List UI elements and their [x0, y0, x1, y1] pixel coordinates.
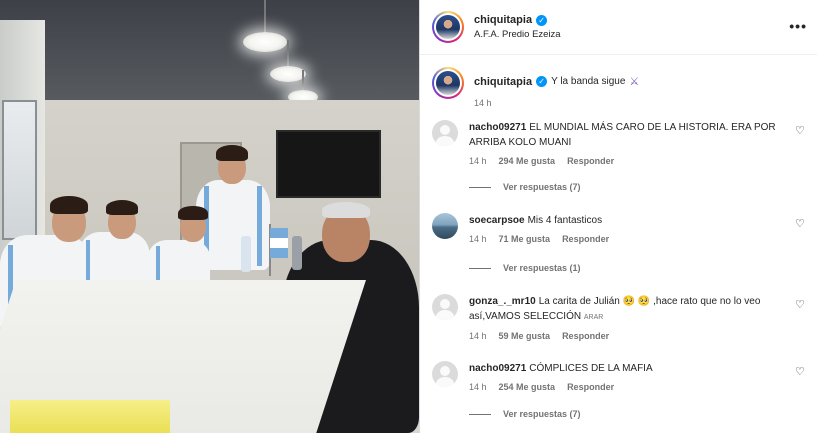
like-heart-icon[interactable]: ♡ — [795, 124, 805, 137]
caption-timestamp[interactable]: 14 h — [474, 98, 639, 108]
caption-avatar[interactable] — [432, 67, 464, 99]
view-replies-button[interactable]: Ver respuestas (7) — [469, 182, 581, 192]
comment-text: Mis 4 fantasticos — [527, 215, 603, 226]
reply-button[interactable]: Responder — [567, 380, 614, 395]
comment-timestamp[interactable]: 14 h — [469, 329, 487, 344]
photo-ceiling — [0, 0, 419, 110]
window — [2, 100, 37, 240]
instagram-post: chiquitapia ✓ A.F.A. Predio Ezeiza ••• c… — [0, 0, 817, 433]
profile-photo — [436, 71, 460, 95]
thermos — [292, 236, 302, 270]
crossed-swords-icon: ⚔ — [629, 76, 640, 88]
profile-photo — [436, 15, 460, 39]
ceiling-lamp — [270, 66, 306, 82]
comment-timestamp[interactable]: 14 h — [469, 380, 487, 395]
argentina-flag — [270, 228, 288, 258]
reply-button[interactable]: Responder — [567, 154, 614, 169]
caption-text: Y la banda sigue — [551, 76, 626, 87]
default-avatar-icon[interactable] — [432, 120, 458, 146]
comment-likes[interactable]: 59 Me gusta — [499, 329, 551, 344]
water-bottle — [241, 236, 251, 272]
like-heart-icon[interactable]: ♡ — [795, 217, 805, 230]
comment-item: soecarpsoe Mis 4 fantasticos 14 h 71 Me g… — [432, 213, 805, 283]
post-caption: chiquitapia ✓ Y la banda sigue ⚔ 14 h — [420, 55, 817, 108]
wall-tv — [276, 130, 381, 198]
view-replies-button[interactable]: Ver respuestas (7) — [469, 409, 581, 419]
like-heart-icon[interactable]: ♡ — [795, 298, 805, 311]
like-heart-icon[interactable]: ♡ — [795, 365, 805, 378]
caption-username[interactable]: chiquitapia — [474, 76, 532, 88]
comment-username[interactable]: nacho09271 — [469, 363, 526, 374]
view-replies-button[interactable]: Ver respuestas (1) — [469, 263, 581, 273]
comment-likes[interactable]: 294 Me gusta — [499, 154, 556, 169]
post-location[interactable]: A.F.A. Predio Ezeiza — [474, 29, 561, 40]
comment-text: CÓMPLICES DE LA MAFIA — [529, 363, 653, 374]
default-avatar-icon[interactable] — [432, 294, 458, 320]
comment-item: nacho09271 CÓMPLICES DE LA MAFIA 14 h 254… — [432, 361, 805, 431]
sea-photo-avatar[interactable] — [432, 213, 458, 239]
verified-badge-icon: ✓ — [536, 76, 548, 87]
comment-username[interactable]: soecarpsoe — [469, 215, 525, 226]
post-header: chiquitapia ✓ A.F.A. Predio Ezeiza ••• — [420, 0, 817, 55]
more-options-icon[interactable]: ••• — [789, 18, 807, 34]
verified-badge-icon: ✓ — [536, 14, 548, 26]
author-username[interactable]: chiquitapia — [474, 14, 532, 26]
comment-item: gonza_._mr10 La carita de Julián 🥺 🥺 ,hac… — [432, 294, 805, 349]
ceiling-lamp — [243, 32, 287, 52]
comment-item: nacho09271 EL MUNDIAL MÁS CARO DE LA HIST… — [432, 120, 805, 200]
post-photo[interactable] — [0, 0, 419, 433]
comment-likes[interactable]: 254 Me gusta — [499, 380, 556, 395]
author-avatar[interactable] — [432, 11, 464, 43]
comment-timestamp[interactable]: 14 h — [469, 232, 487, 247]
comment-timestamp[interactable]: 14 h — [469, 154, 487, 169]
default-avatar-icon[interactable] — [432, 361, 458, 387]
reply-button[interactable]: Responder — [562, 329, 609, 344]
comment-likes[interactable]: 71 Me gusta — [499, 232, 551, 247]
comment-username[interactable]: nacho09271 — [469, 122, 526, 133]
reply-button[interactable]: Responder — [562, 232, 609, 247]
comment-username[interactable]: gonza_._mr10 — [469, 296, 536, 307]
post-side-panel: chiquitapia ✓ A.F.A. Predio Ezeiza ••• c… — [419, 0, 817, 433]
comment-text-suffix: ARAR — [583, 314, 604, 321]
